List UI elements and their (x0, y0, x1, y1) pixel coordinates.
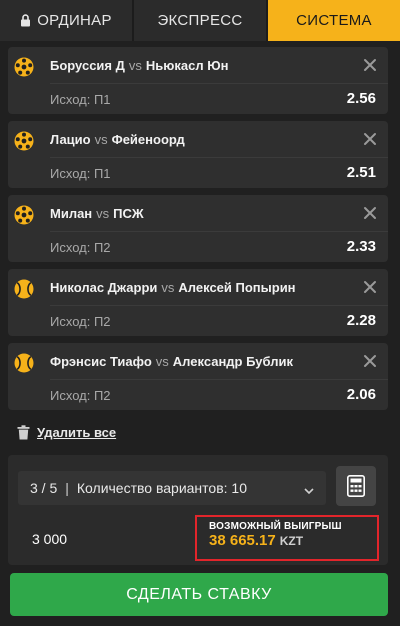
possible-win-label: ВОЗМОЖНЫЙ ВЫИГРЫШ (209, 521, 342, 532)
divider (50, 231, 388, 232)
close-icon (364, 133, 376, 145)
bet-type-tabs: ОРДИНАР ЭКСПРЕСС СИСТЕМА (0, 0, 400, 41)
soccer-ball-icon (14, 205, 34, 225)
possible-win-value: 38 665.17 (209, 532, 276, 549)
tennis-ball-icon (14, 353, 34, 373)
bet-odds: 2.06 (346, 386, 376, 403)
tab-express[interactable]: ЭКСПРЕСС (134, 0, 268, 41)
place-bet-button[interactable]: СДЕЛАТЬ СТАВКУ (10, 573, 388, 616)
delete-all-button[interactable]: Удалить все (17, 425, 116, 440)
vs-label: vs (155, 354, 169, 369)
system-combo: 3 / 5 (30, 480, 58, 496)
delete-all-label: Удалить все (37, 425, 117, 440)
divider (50, 157, 388, 158)
team-home: Милан (50, 206, 93, 221)
team-home: Лацио (50, 132, 91, 147)
close-icon (364, 281, 376, 293)
lock-icon (20, 14, 31, 27)
calculator-icon (347, 475, 365, 497)
bet-outcome: Исход: П2 (50, 314, 111, 329)
soccer-ball-icon (14, 57, 34, 77)
bet-slip-list: Боруссия Дvs Ньюкасл Юн Исход: П1 2.56 Ла… (8, 47, 388, 417)
bet-teams: Лацио vs Фейеноорд (50, 132, 185, 147)
bet-outcome: Исход: П2 (50, 388, 111, 403)
remove-bet-button[interactable] (362, 279, 378, 295)
remove-bet-button[interactable] (362, 131, 378, 147)
team-away: ПСЖ (113, 206, 144, 221)
bet-outcome: Исход: П1 (50, 92, 111, 107)
vs-label: vs (96, 206, 110, 221)
bet-item: Лацио vs Фейеноорд Исход: П1 2.51 (8, 121, 388, 188)
chevron-down-icon (304, 483, 314, 495)
stake-amount-input[interactable] (18, 517, 196, 561)
team-away: Фейеноорд (111, 132, 185, 147)
bet-item: Фрэнсис Тиафо vs Александр Бублик Исход: П… (8, 343, 388, 410)
trash-icon (17, 425, 30, 440)
bet-teams: Фрэнсис Тиафо vs Александр Бублик (50, 354, 293, 369)
tab-ordinar[interactable]: ОРДИНАР (0, 0, 134, 41)
tennis-ball-icon (14, 279, 34, 299)
tab-label: ЭКСПРЕСС (157, 12, 243, 29)
remove-bet-button[interactable] (362, 205, 378, 221)
close-icon (364, 355, 376, 367)
tab-system[interactable]: СИСТЕМА (268, 0, 400, 41)
bet-item: Милан vs ПСЖ Исход: П2 2.33 (8, 195, 388, 262)
system-variant-select[interactable]: 3 / 5 | Количество вариантов: 10 (18, 471, 326, 505)
bet-teams: Николас Джарри vs Алексей Попырин (50, 280, 296, 295)
close-icon (364, 207, 376, 219)
close-icon (364, 59, 376, 71)
team-away: Алексей Попырин (178, 280, 296, 295)
tab-label: ОРДИНАР (37, 12, 112, 29)
remove-bet-button[interactable] (362, 353, 378, 369)
variants-count: Количество вариантов: 10 (76, 480, 247, 496)
currency-label: KZT (279, 534, 304, 548)
stake-panel: 3 / 5 | Количество вариантов: 10 ВОЗМОЖН… (8, 455, 388, 565)
divider (50, 379, 388, 380)
soccer-ball-icon (14, 131, 34, 151)
team-home: Фрэнсис Тиафо (50, 354, 152, 369)
team-home: Николас Джарри (50, 280, 158, 295)
bet-item: Боруссия Дvs Ньюкасл Юн Исход: П1 2.56 (8, 47, 388, 114)
tab-label: СИСТЕМА (296, 12, 372, 29)
bet-teams: Боруссия Дvs Ньюкасл Юн (50, 58, 228, 73)
bet-outcome: Исход: П2 (50, 240, 111, 255)
vs-label: vs (128, 58, 142, 73)
bet-outcome: Исход: П1 (50, 166, 111, 181)
possible-win-row: 38 665.17 KZT (209, 532, 377, 550)
separator: | (65, 480, 69, 496)
bet-odds: 2.56 (346, 90, 376, 107)
vs-label: vs (94, 132, 108, 147)
bet-item: Николас Джарри vs Алексей Попырин Исход: П… (8, 269, 388, 336)
remove-bet-button[interactable] (362, 57, 378, 73)
bet-odds: 2.33 (346, 238, 376, 255)
team-home: Боруссия Д (50, 58, 125, 73)
calculator-button[interactable] (336, 466, 376, 506)
bet-teams: Милан vs ПСЖ (50, 206, 144, 221)
bet-odds: 2.51 (346, 164, 376, 181)
divider (50, 83, 388, 84)
team-away: Ньюкасл Юн (145, 58, 229, 73)
divider (50, 305, 388, 306)
team-away: Александр Бублик (172, 354, 293, 369)
vs-label: vs (161, 280, 175, 295)
possible-win-box: ВОЗМОЖНЫЙ ВЫИГРЫШ 38 665.17 KZT (195, 515, 379, 561)
bet-odds: 2.28 (346, 312, 376, 329)
